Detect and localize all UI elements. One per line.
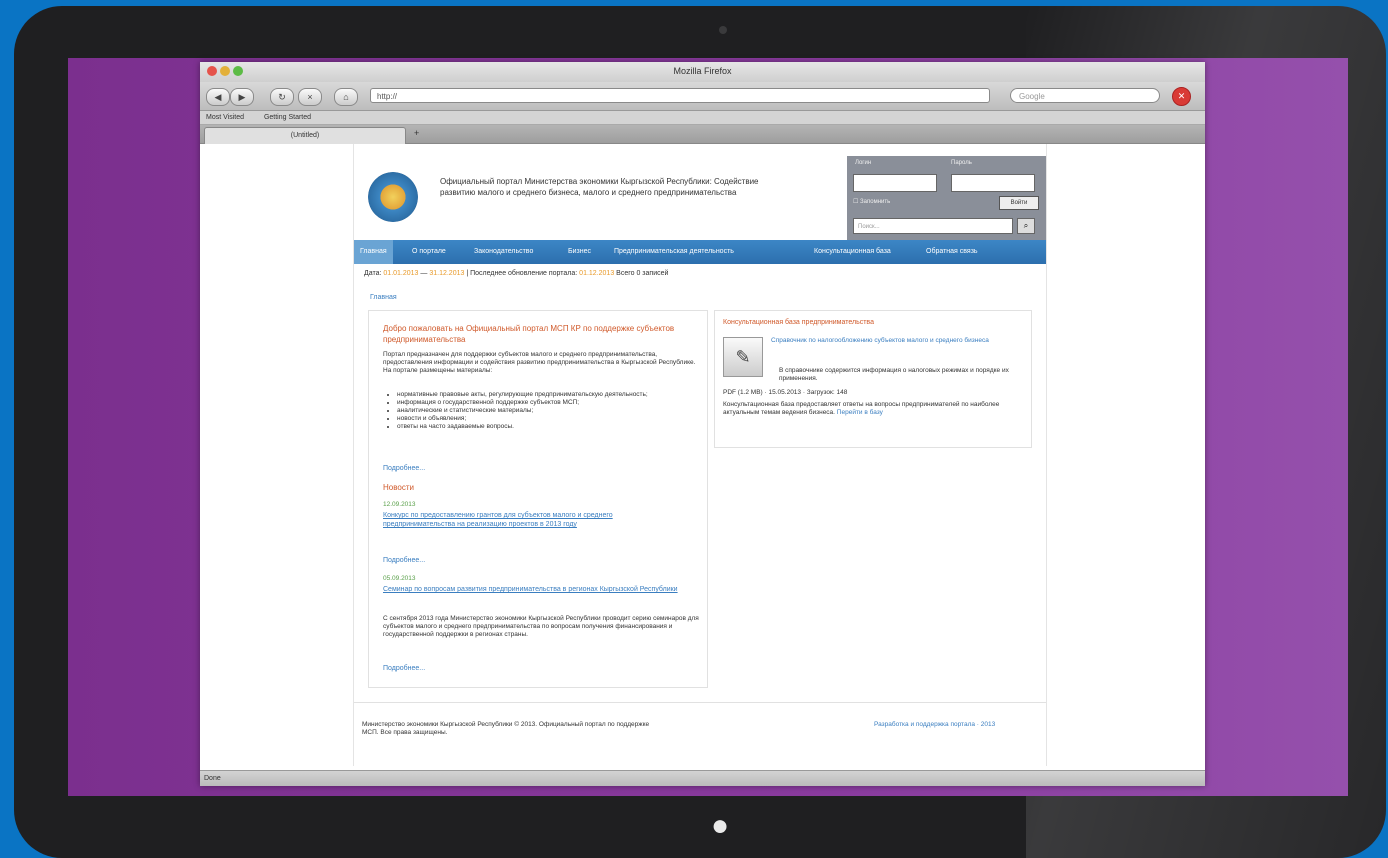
list-item: информация о государственной поддержке с… <box>397 399 707 407</box>
more-link[interactable]: Подробнее... <box>383 465 425 472</box>
apple-logo-icon: ● <box>710 809 730 842</box>
news-link[interactable]: Семинар по вопросам развития предпринима… <box>383 585 683 594</box>
bookmarks-toolbar: Most Visited Getting Started <box>200 111 1205 125</box>
welcome-heading: Добро пожаловать на Официальный портал М… <box>383 324 675 344</box>
reload-button[interactable]: ↻ <box>270 88 294 106</box>
forward-button[interactable]: ▶ <box>230 88 254 106</box>
site-footer: Министерство экономики Кыргызской Респуб… <box>354 702 1046 766</box>
news-date: 12.09.2013 <box>383 501 416 508</box>
tab-bar: (Untitled) + <box>200 125 1205 144</box>
login-label: Логин <box>855 160 872 166</box>
main-column: Добро пожаловать на Официальный портал М… <box>368 310 708 688</box>
document-description: В справочнике содержится информация о на… <box>779 367 1009 382</box>
main-menu: Главная О портале Законодательство Бизне… <box>354 240 1046 264</box>
navigation-toolbar: ◀ ▶ ↻ × ⌂ http:// Google ✕ <box>200 82 1205 111</box>
emblem-logo-icon[interactable] <box>368 172 418 222</box>
password-label: Пароль <box>951 160 972 166</box>
menu-item-home[interactable]: Главная <box>354 240 393 264</box>
news-date: 05.09.2013 <box>383 575 416 582</box>
bookmark-most-visited[interactable]: Most Visited <box>206 114 244 121</box>
camera-icon <box>719 26 727 34</box>
list-item: нормативные правовые акты, регулирующие … <box>397 391 707 399</box>
bookmark-getting-started[interactable]: Getting Started <box>264 114 311 121</box>
side-link[interactable]: Перейти в базу <box>837 409 883 416</box>
info-update-label: Последнее обновление портала: <box>470 270 578 277</box>
side-text: Консультационная база предоставляет отве… <box>723 401 1000 416</box>
document-link[interactable]: Справочник по налогообложению субъектов … <box>771 337 1021 345</box>
info-count: Всего 0 записей <box>616 270 669 277</box>
document-meta: PDF (1.2 MB) · 15.05.2013 · Загрузок: 14… <box>723 389 848 396</box>
login-field[interactable] <box>853 174 937 192</box>
search-icon[interactable]: ⌕ <box>1017 218 1035 234</box>
site-page: Официальный портал Министерства экономик… <box>353 144 1047 766</box>
side-column: Консультационная база предпринимательств… <box>714 310 1032 448</box>
side-heading: Консультационная база предпринимательств… <box>723 319 874 326</box>
login-button[interactable]: Войти <box>999 196 1039 210</box>
news-more-link[interactable]: Подробнее... <box>383 557 425 564</box>
list-item: ответы на часто задаваемые вопросы. <box>397 423 707 431</box>
search-input[interactable]: Google <box>1010 88 1160 103</box>
list-item: аналитические и статистические материалы… <box>397 407 707 415</box>
menu-item-consulting[interactable]: Консультационная база <box>808 240 897 264</box>
stop-icon[interactable]: ✕ <box>1172 87 1191 106</box>
menu-item-business[interactable]: Бизнес <box>562 240 597 264</box>
footer-link[interactable]: Разработка и поддержка портала · 2013 <box>874 721 995 728</box>
info-bar: Дата: 01.01.2013 — 31.12.2013 | Последне… <box>364 270 669 277</box>
remember-checkbox[interactable]: ☐ Запомнить <box>853 198 890 205</box>
site-search-input[interactable]: Поиск... <box>853 218 1013 234</box>
page-content: Официальный портал Министерства экономик… <box>200 144 1205 766</box>
password-field[interactable] <box>951 174 1035 192</box>
url-input[interactable]: http:// <box>370 88 990 103</box>
info-prefix: Дата: <box>364 270 382 277</box>
news-text: С сентября 2013 года Министерство эконом… <box>383 615 699 638</box>
status-bar: Done <box>200 770 1205 786</box>
breadcrumb[interactable]: Главная <box>370 294 397 301</box>
title-bar: Mozilla Firefox <box>200 62 1205 83</box>
news-more-link[interactable]: Подробнее... <box>383 665 425 672</box>
intro-text: Портал предназначен для поддержки субъек… <box>383 351 696 374</box>
document-icon[interactable]: ✎ <box>723 337 763 377</box>
browser-window: Mozilla Firefox ◀ ▶ ↻ × ⌂ http:// Google… <box>200 62 1205 786</box>
menu-item-feedback[interactable]: Обратная связь <box>920 240 984 264</box>
back-button[interactable]: ◀ <box>206 88 230 106</box>
stop-load-button[interactable]: × <box>298 88 322 106</box>
menu-item-activity[interactable]: Предпринимательская деятельность <box>608 240 740 264</box>
site-header: Официальный портал Министерства экономик… <box>354 156 1046 240</box>
new-tab-button[interactable]: + <box>414 128 419 138</box>
news-heading: Новости <box>383 483 414 492</box>
menu-item-about[interactable]: О портале <box>406 240 452 264</box>
window-title: Mozilla Firefox <box>673 66 732 76</box>
info-date-from: 01.01.2013 <box>383 270 419 277</box>
menu-item-legislation[interactable]: Законодательство <box>468 240 539 264</box>
tab-untitled[interactable]: (Untitled) <box>204 127 406 144</box>
login-panel: Логин Пароль ☐ Запомнить Войти Поиск... … <box>847 156 1046 240</box>
info-update-date: 01.12.2013 <box>579 270 615 277</box>
news-link[interactable]: Конкурс по предоставлению грантов для су… <box>383 511 683 529</box>
footer-text: Министерство экономики Кыргызской Респуб… <box>362 721 650 736</box>
info-date-to: 31.12.2013 <box>429 270 465 277</box>
home-button[interactable]: ⌂ <box>334 88 358 106</box>
site-title: Официальный портал Министерства экономик… <box>440 177 759 197</box>
list-item: новости и объявления; <box>397 415 707 423</box>
feature-list: нормативные правовые акты, регулирующие … <box>385 391 707 431</box>
